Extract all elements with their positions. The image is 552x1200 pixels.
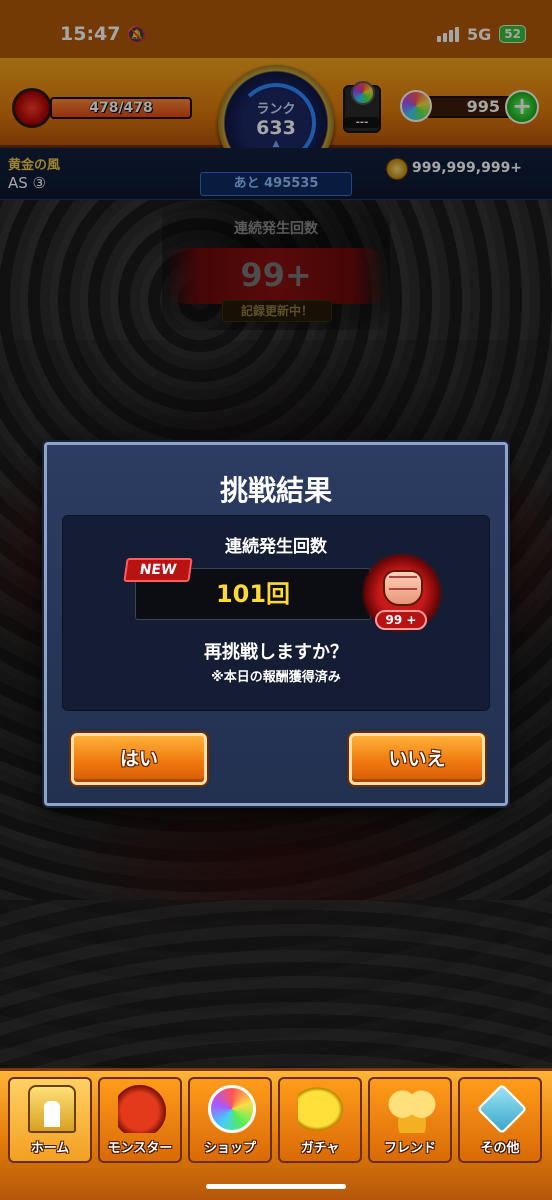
nav-home[interactable]: ホーム <box>8 1077 92 1163</box>
nav-label: フレンド <box>383 1141 436 1156</box>
reward-note: ※本日の報酬獲得済み <box>211 670 341 685</box>
nav-label: モンスター <box>107 1141 173 1156</box>
fist-icon <box>383 570 423 606</box>
nav-label: ガチャ <box>300 1141 340 1156</box>
other-icon <box>476 1083 528 1135</box>
home-indicator <box>206 1184 346 1189</box>
dialog-content: 連続発生回数 101回 NEW 99 + 再挑戦しますか？ ※本日の報酬獲得済み <box>62 515 490 711</box>
dialog-title: 挑戦結果 <box>219 474 332 507</box>
home-icon <box>28 1085 76 1133</box>
gacha-icon <box>298 1085 346 1133</box>
fist-count: 99 + <box>375 610 427 630</box>
retry-question: 再挑戦しますか？ <box>204 642 348 663</box>
challenge-result-dialog: 挑戦結果 連続発生回数 101回 NEW 99 + 再挑戦しますか？ ※本日の報… <box>44 442 508 806</box>
nav-other[interactable]: その他 <box>458 1077 542 1163</box>
nav-label: ショップ <box>203 1141 256 1156</box>
nav-label: その他 <box>480 1141 520 1156</box>
streak-count-value: 101回 <box>215 580 291 608</box>
nav-label: ホーム <box>30 1141 70 1156</box>
nav-monster[interactable]: モンスター <box>98 1077 182 1163</box>
no-button[interactable]: いいえ <box>349 733 485 785</box>
new-badge: NEW <box>123 558 193 582</box>
nav-friend[interactable]: フレンド <box>368 1077 452 1163</box>
friend-icon <box>388 1085 436 1133</box>
yes-button[interactable]: はい <box>71 733 207 785</box>
monster-icon <box>118 1085 166 1133</box>
shop-orb-icon <box>208 1085 256 1133</box>
nav-shop[interactable]: ショップ <box>188 1077 272 1163</box>
bottom-nav: ホーム モンスター ショップ ガチャ フレンド その他 <box>0 1068 552 1200</box>
fist-badge: 99 + <box>361 554 443 632</box>
nav-gacha[interactable]: ガチャ <box>278 1077 362 1163</box>
